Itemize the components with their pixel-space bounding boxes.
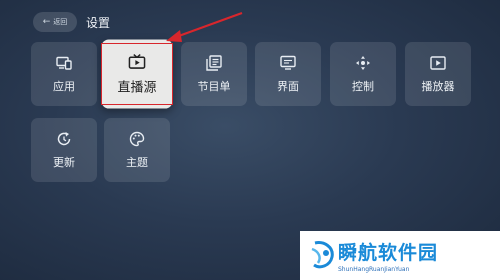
watermark: 瞬航软件园 ShunHangRuanJianYuan	[300, 231, 500, 280]
watermark-pinyin: ShunHangRuanJianYuan	[338, 266, 410, 273]
watermark-name: 瞬航软件园	[338, 242, 439, 264]
watermark-logo-icon	[311, 241, 334, 269]
